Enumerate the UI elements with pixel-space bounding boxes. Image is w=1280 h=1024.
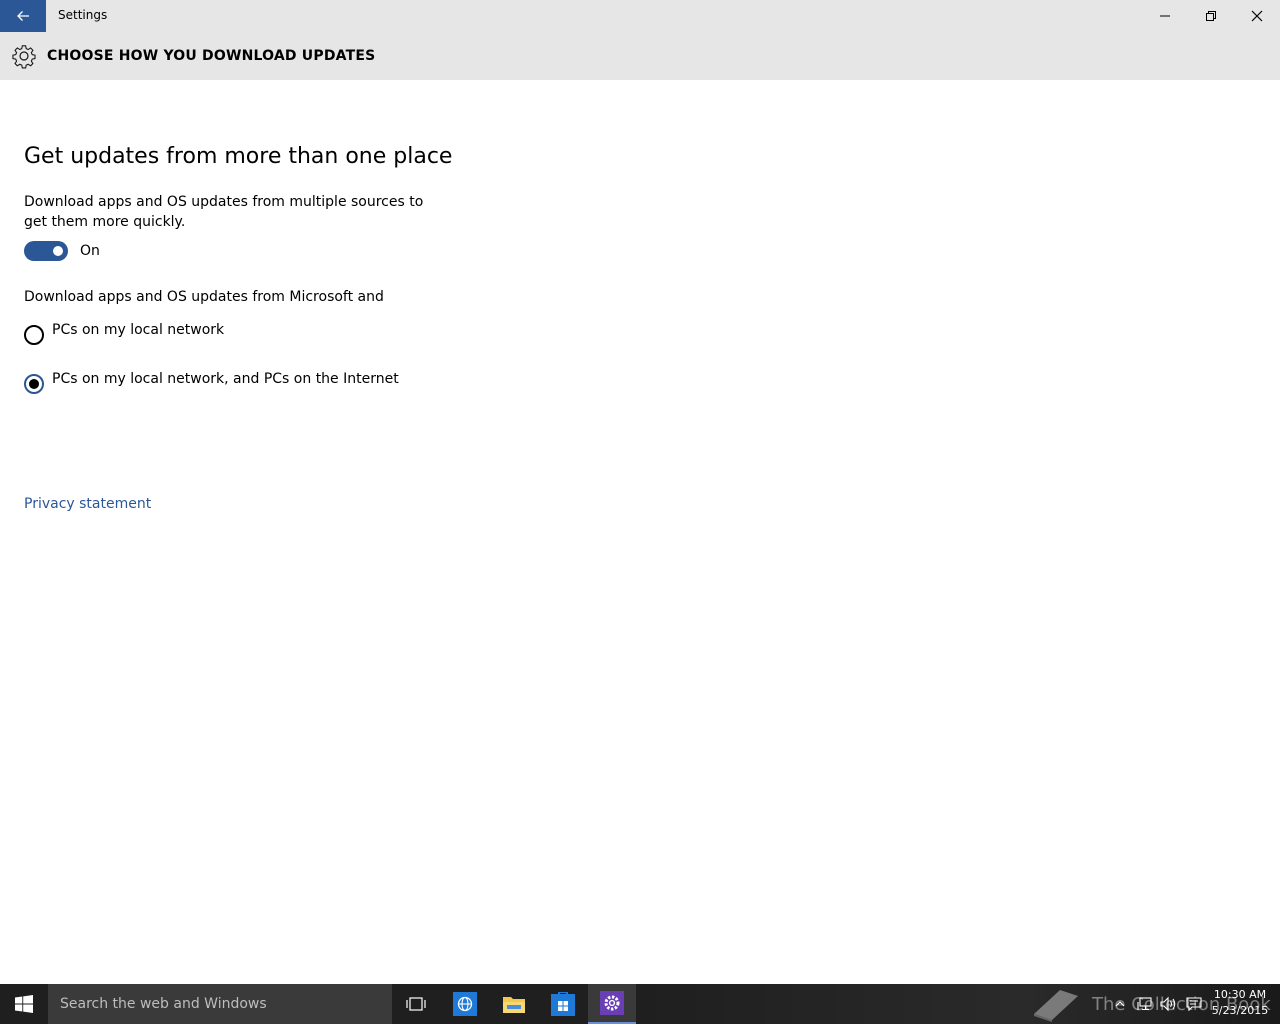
file-explorer-icon (503, 997, 525, 1013)
action-center-button[interactable] (1182, 984, 1206, 1024)
search-placeholder: Search the web and Windows (60, 996, 267, 1012)
restore-icon (1206, 11, 1216, 21)
internet-explorer-button[interactable] (441, 984, 489, 1024)
store-button[interactable] (539, 984, 587, 1024)
radio-option-local-and-internet[interactable]: PCs on my local network, and PCs on the … (24, 371, 399, 394)
toggle-description: Download apps and OS updates from multip… (24, 194, 424, 230)
volume-icon (1160, 996, 1176, 1012)
clock-time: 10:30 AM (1213, 988, 1267, 1001)
clock-date: 5/23/2015 (1211, 1004, 1269, 1017)
settings-icon (600, 991, 624, 1015)
gear-icon (12, 45, 36, 69)
back-arrow-icon (17, 11, 29, 21)
book-icon (1034, 990, 1078, 1022)
radio-button-selected[interactable] (24, 374, 44, 394)
start-button[interactable] (0, 984, 48, 1024)
taskbar-clock[interactable]: 10:30 AM 5/23/2015 (1208, 987, 1272, 1019)
multiple-sources-toggle[interactable] (24, 241, 68, 261)
network-tray-button[interactable] (1134, 984, 1156, 1024)
show-hidden-icons-button[interactable] (1110, 984, 1130, 1024)
action-center-icon (1186, 997, 1202, 1012)
close-button[interactable] (1234, 0, 1280, 32)
toggle-knob (53, 246, 63, 256)
settings-taskbar-button[interactable] (588, 984, 636, 1024)
task-view-button[interactable] (392, 984, 440, 1024)
radio-option-local-network[interactable]: PCs on my local network (24, 322, 224, 345)
restore-button[interactable] (1188, 0, 1234, 32)
radio-button-unselected[interactable] (24, 325, 44, 345)
minimize-button[interactable] (1142, 0, 1188, 32)
toggle-state-label: On (80, 243, 100, 259)
radio-option-label: PCs on my local network (52, 322, 225, 338)
file-explorer-button[interactable] (490, 984, 538, 1024)
back-button[interactable] (0, 0, 46, 32)
close-icon (1251, 10, 1263, 22)
store-icon (551, 992, 575, 1016)
radio-option-label: PCs on my local network, and PCs on the … (52, 371, 399, 387)
task-view-icon (406, 997, 426, 1011)
taskbar: Search the web and Windows The Collectio… (0, 984, 1280, 1024)
section-heading: Get updates from more than one place (24, 144, 453, 169)
page-header: CHOOSE HOW YOU DOWNLOAD UPDATES (0, 32, 1280, 80)
minimize-icon (1160, 15, 1170, 17)
title-bar: Settings (0, 0, 1280, 32)
chevron-up-icon (1115, 1001, 1125, 1007)
page-title: CHOOSE HOW YOU DOWNLOAD UPDATES (47, 48, 376, 64)
radio-group-label: Download apps and OS updates from Micros… (24, 289, 384, 305)
taskbar-search-box[interactable]: Search the web and Windows (48, 984, 392, 1024)
internet-explorer-icon (453, 992, 477, 1016)
volume-tray-button[interactable] (1158, 984, 1180, 1024)
network-icon (1137, 997, 1152, 1011)
windows-logo-icon (15, 995, 33, 1013)
app-title: Settings (58, 8, 108, 22)
privacy-statement-link[interactable]: Privacy statement (24, 496, 151, 512)
